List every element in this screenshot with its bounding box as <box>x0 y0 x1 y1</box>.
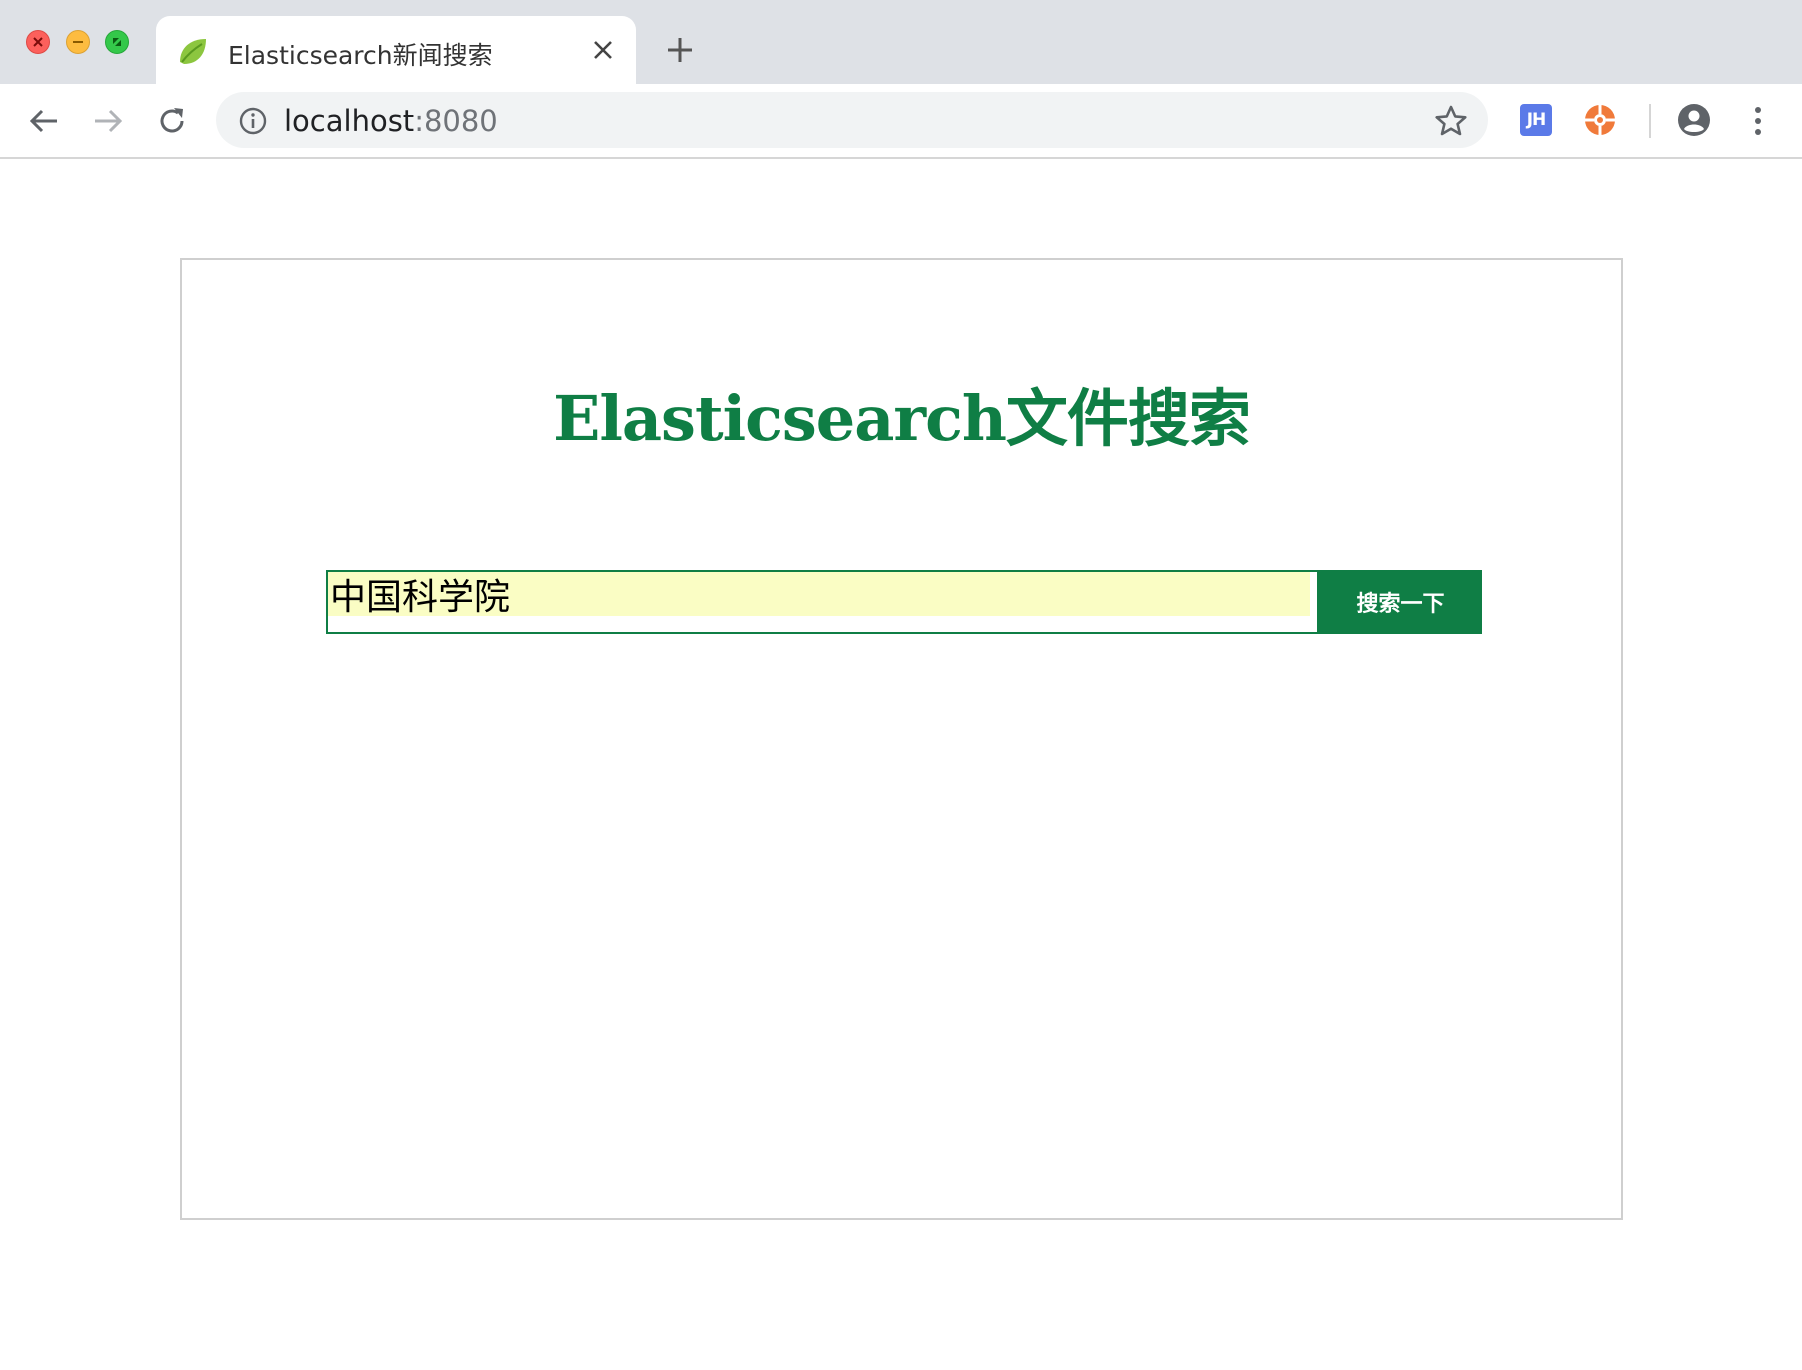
window-maximize-button[interactable] <box>105 30 129 54</box>
profile-avatar-icon[interactable] <box>1676 102 1712 138</box>
url-text[interactable]: localhost:8080 <box>284 104 498 138</box>
search-box <box>326 570 1319 634</box>
window-minimize-button[interactable] <box>66 30 90 54</box>
forward-arrow-icon[interactable] <box>91 104 125 138</box>
search-button[interactable]: 搜索一下 <box>1319 570 1482 634</box>
close-icon[interactable] <box>590 37 616 63</box>
browser-toolbar: localhost:8080 JH <box>0 84 1802 159</box>
page-title: Elasticsearch文件搜索 <box>553 382 1251 455</box>
toolbar-separator <box>1649 104 1651 138</box>
lifebuoy-extension-icon[interactable] <box>1584 104 1616 136</box>
reload-icon[interactable] <box>155 104 189 138</box>
url-host: localhost <box>284 104 415 138</box>
info-icon[interactable] <box>238 106 268 136</box>
more-vertical-icon[interactable] <box>1746 104 1770 138</box>
search-panel: Elasticsearch文件搜索 搜索一下 <box>180 258 1623 1220</box>
bookmark-star-icon[interactable] <box>1434 104 1468 138</box>
browser-tab-bar: Elasticsearch新闻搜索 <box>0 0 1802 84</box>
new-tab-icon[interactable] <box>664 34 696 66</box>
back-arrow-icon[interactable] <box>27 104 61 138</box>
window-close-button[interactable] <box>26 30 50 54</box>
url-port: :8080 <box>414 104 498 138</box>
browser-tab-active[interactable]: Elasticsearch新闻搜索 <box>156 16 636 84</box>
search-input[interactable] <box>330 572 1308 616</box>
jh-extension-icon[interactable]: JH <box>1520 104 1552 136</box>
tab-title: Elasticsearch新闻搜索 <box>228 41 493 70</box>
address-bar[interactable]: localhost:8080 <box>216 92 1488 148</box>
spring-leaf-icon <box>180 39 206 64</box>
